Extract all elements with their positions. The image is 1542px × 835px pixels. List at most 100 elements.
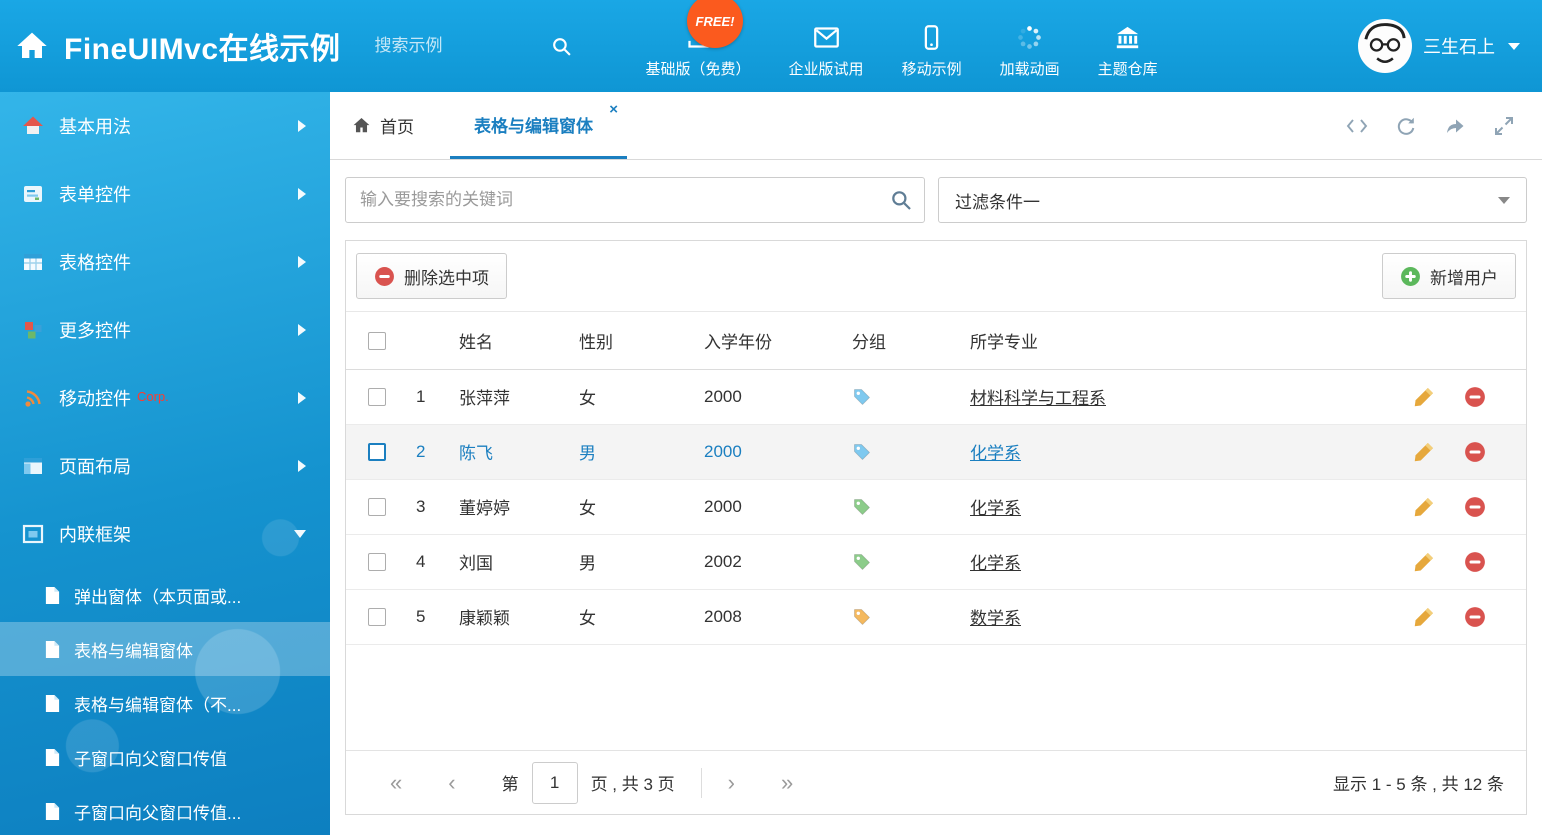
keyword-search-input[interactable] (345, 177, 925, 223)
nav-loading-animation[interactable]: 加载动画 (1000, 24, 1060, 79)
corp-badge: Corp. (137, 389, 169, 404)
edit-icon[interactable] (1413, 496, 1435, 518)
filter-dropdown[interactable]: 过滤条件一 (938, 177, 1527, 223)
sidebar-item-mobile-controls[interactable]: 移动控件 Corp. (0, 364, 330, 432)
chevron-right-icon (298, 324, 306, 336)
search-icon[interactable] (551, 36, 572, 57)
delete-icon[interactable] (1464, 441, 1486, 463)
file-icon (44, 586, 61, 605)
close-icon[interactable]: × (609, 101, 618, 118)
tab-grid-edit-window[interactable]: 表格与编辑窗体 × (450, 92, 627, 159)
row-checkbox[interactable] (368, 443, 386, 461)
cell-gender: 男 (579, 534, 704, 589)
sidebar-subitem-popup-window[interactable]: 弹出窗体（本页面或... (0, 568, 330, 622)
col-row-number (416, 312, 459, 369)
cell-year: 2000 (704, 479, 852, 534)
cell-year: 2000 (704, 369, 852, 424)
header-search-input[interactable] (375, 36, 545, 56)
sidebar-item-label: 更多控件 (59, 317, 131, 343)
row-checkbox[interactable] (368, 553, 386, 571)
row-checkbox[interactable] (368, 388, 386, 406)
chevron-right-icon (298, 188, 306, 200)
sidebar-subitem-child-to-parent[interactable]: 子窗口向父窗口传值 (0, 730, 330, 784)
sidebar-subitem-label: 表格与编辑窗体 (74, 637, 193, 662)
delete-icon[interactable] (1464, 496, 1486, 518)
cell-gender: 男 (579, 424, 704, 479)
cell-name: 董婷婷 (459, 479, 579, 534)
app-title: FineUIMvc在线示例 (64, 24, 341, 68)
nav-theme-store[interactable]: 主题仓库 (1098, 24, 1158, 79)
delete-icon[interactable] (1464, 551, 1486, 573)
avatar (1358, 19, 1412, 73)
edit-icon[interactable] (1413, 386, 1435, 408)
row-checkbox[interactable] (368, 498, 386, 516)
edit-icon[interactable] (1413, 551, 1435, 573)
spinner-icon (1016, 24, 1043, 51)
sidebar-item-page-layout[interactable]: 页面布局 (0, 432, 330, 500)
page-first-button[interactable]: « (390, 772, 402, 794)
file-icon (44, 748, 61, 767)
cell-year: 2002 (704, 534, 852, 589)
nav-enterprise-trial[interactable]: 企业版试用 (789, 24, 864, 79)
row-number: 3 (416, 479, 459, 534)
table-row[interactable]: 5 康颖颖 女 2008 数学系 (346, 589, 1526, 644)
tag-icon (852, 552, 872, 572)
major-link[interactable]: 化学系 (970, 444, 1021, 463)
major-link[interactable]: 材料科学与工程系 (970, 389, 1106, 408)
select-all-checkbox[interactable] (368, 332, 386, 350)
page-last-button[interactable]: » (781, 772, 793, 794)
tab-home[interactable]: 首页 (330, 92, 436, 159)
sidebar-item-form-controls[interactable]: 表单控件 (0, 160, 330, 228)
sidebar-subitem-grid-edit-window[interactable]: 表格与编辑窗体 (0, 622, 330, 676)
sidebar-item-more-controls[interactable]: 更多控件 (0, 296, 330, 364)
table-row[interactable]: 3 董婷婷 女 2000 化学系 (346, 479, 1526, 534)
tab-tools (1346, 92, 1542, 159)
nav-mobile-demo[interactable]: 移动示例 (902, 24, 962, 79)
refresh-icon[interactable] (1395, 115, 1417, 137)
tag-icon (852, 607, 872, 627)
page-number-input[interactable] (532, 762, 578, 804)
row-checkbox[interactable] (368, 608, 386, 626)
delete-selected-button[interactable]: 删除选中项 (356, 253, 507, 299)
sidebar-subitem-grid-edit-window-2[interactable]: 表格与编辑窗体（不... (0, 676, 330, 730)
minus-circle-icon (374, 266, 395, 287)
cell-gender: 女 (579, 589, 704, 644)
edit-icon[interactable] (1413, 606, 1435, 628)
page-next-button[interactable]: › (728, 772, 735, 794)
sidebar-item-iframe[interactable]: 内联框架 (0, 500, 330, 568)
table-header-row: 姓名 性别 入学年份 分组 所学专业 (346, 312, 1526, 369)
chevron-right-icon (298, 256, 306, 268)
table-row[interactable]: 4 刘国 男 2002 化学系 (346, 534, 1526, 589)
user-menu[interactable]: 三生石上 (1358, 19, 1542, 73)
col-name: 姓名 (459, 312, 579, 369)
add-user-button[interactable]: 新增用户 (1382, 253, 1516, 299)
edit-icon[interactable] (1413, 441, 1435, 463)
sidebar-item-basic-usage[interactable]: 基本用法 (0, 92, 330, 160)
users-table: 姓名 性别 入学年份 分组 所学专业 1 张萍萍 女 2000 (346, 312, 1526, 645)
code-icon[interactable] (1346, 115, 1368, 137)
expand-icon[interactable] (1493, 115, 1515, 137)
search-icon[interactable] (890, 189, 912, 211)
col-gender: 性别 (579, 312, 704, 369)
table-row[interactable]: 1 张萍萍 女 2000 材料科学与工程系 (346, 369, 1526, 424)
major-link[interactable]: 化学系 (970, 499, 1021, 518)
sidebar-subitem-label: 表格与编辑窗体（不... (74, 691, 241, 716)
delete-icon[interactable] (1464, 606, 1486, 628)
sidebar: 基本用法 表单控件 表格控件 (0, 92, 330, 835)
top-header: FineUIMvc在线示例 FREE! 基础版（免费） (0, 0, 1542, 92)
delete-icon[interactable] (1464, 386, 1486, 408)
page-prev-button[interactable]: ‹ (448, 772, 455, 794)
cell-gender: 女 (579, 479, 704, 534)
share-icon[interactable] (1444, 115, 1466, 137)
main-content: 首页 表格与编辑窗体 × (330, 92, 1542, 835)
row-number: 1 (416, 369, 459, 424)
sidebar-item-grid-controls[interactable]: 表格控件 (0, 228, 330, 296)
table-row[interactable]: 2 陈飞 男 2000 化学系 (346, 424, 1526, 479)
header-search (375, 36, 572, 57)
major-link[interactable]: 化学系 (970, 554, 1021, 573)
major-link[interactable]: 数学系 (970, 609, 1021, 628)
pagination-bar: « ‹ 第 页 , 共 3 页 › » 显示 1 - 5 条 , 共 12 条 (346, 750, 1526, 814)
layout-icon (22, 455, 44, 477)
sidebar-subitem-child-to-parent-2[interactable]: 子窗口向父窗口传值... (0, 784, 330, 835)
brand[interactable]: FineUIMvc在线示例 (0, 24, 341, 68)
